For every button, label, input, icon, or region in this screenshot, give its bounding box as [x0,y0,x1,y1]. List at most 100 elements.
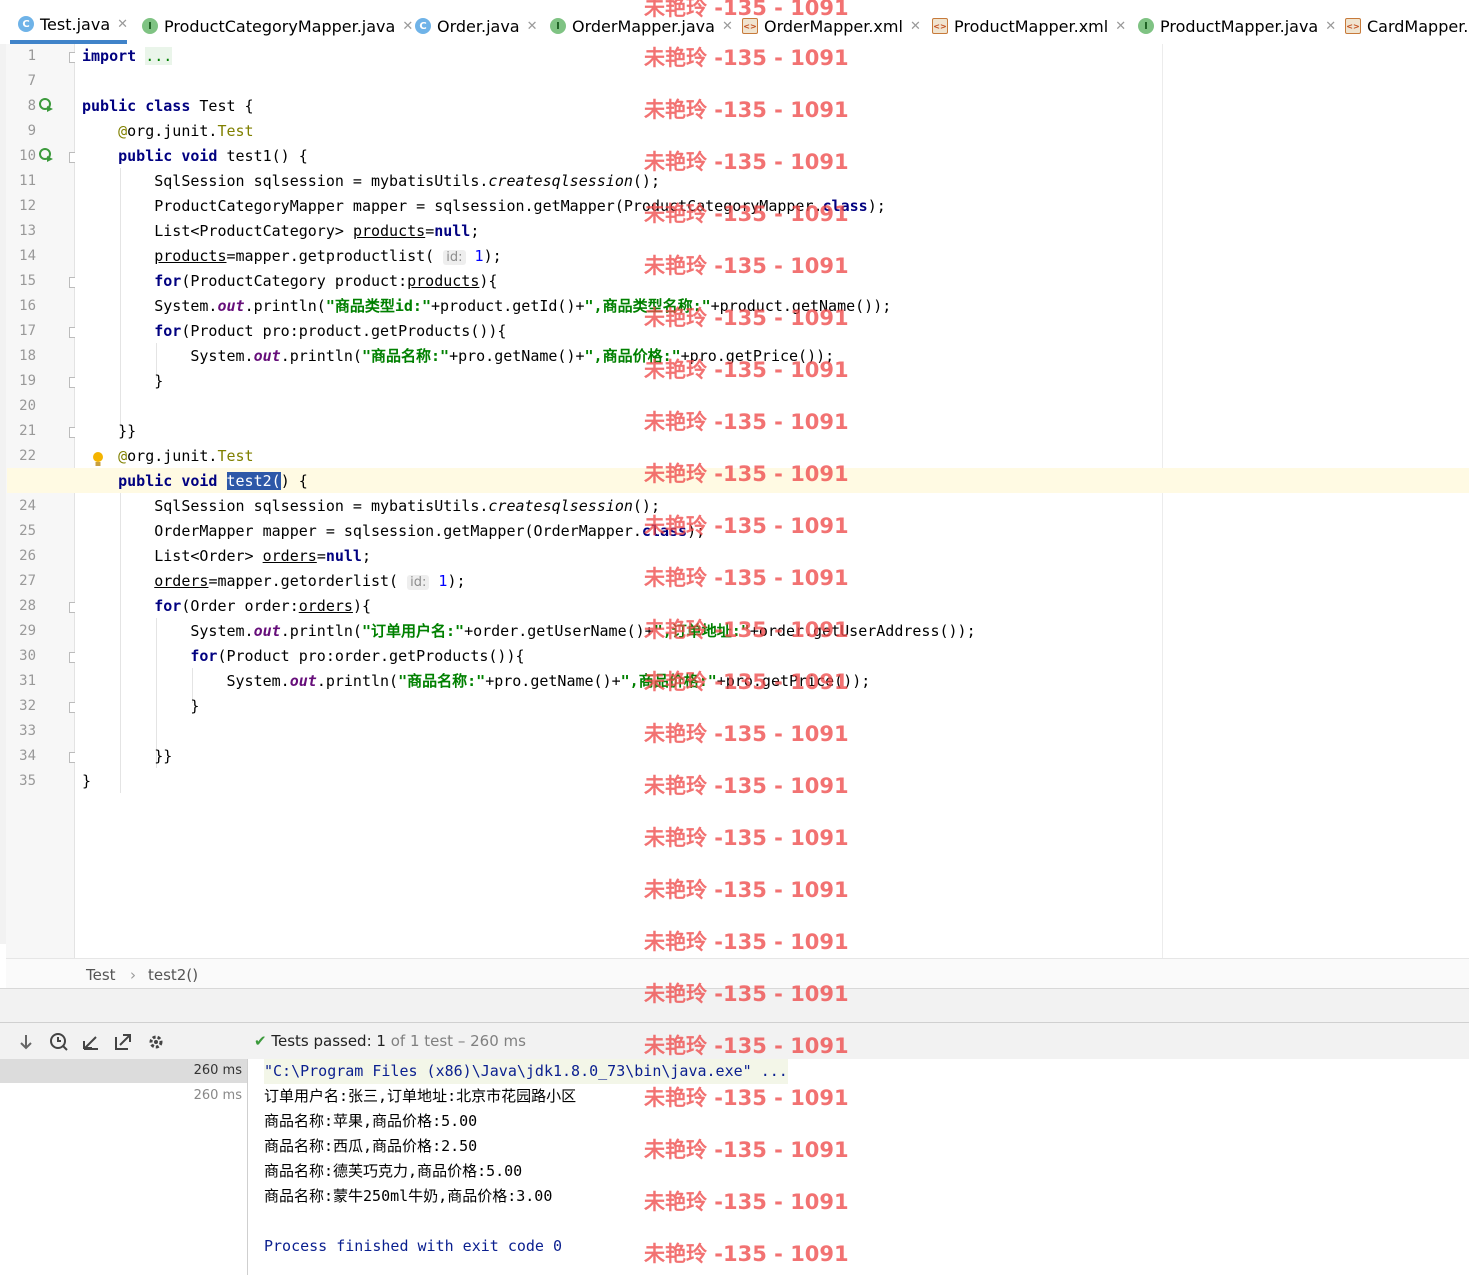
test-status: ✔ Tests passed: 1 of 1 test – 260 ms [254,1032,526,1050]
line-number: 25 [19,523,36,539]
line-number: 8 [27,98,36,114]
right-margin-guide [1162,44,1163,958]
code-line-22: @org.junit.Test [118,447,254,465]
close-icon[interactable]: ✕ [1115,19,1126,34]
tab-label: ProductCategoryMapper.java [164,16,396,36]
line-number: 13 [19,223,36,239]
line-number: 21 [19,423,36,439]
run-toolbar: ✔ Tests passed: 1 of 1 test – 260 ms [0,1022,1469,1060]
tab-label: Order.java [437,16,520,36]
code-line-28: for(Order order:orders){ [154,597,371,615]
code-line-13: List<ProductCategory> products=null; [154,222,480,240]
code-line-9: @org.junit.Test [118,122,254,140]
line-number: 33 [19,723,36,739]
panel-divider[interactable] [0,988,1469,1023]
close-icon[interactable]: ✕ [402,19,413,34]
code-line-30: for(Product pro:order.getProducts()){ [190,647,525,665]
console-exit-line: Process finished with exit code 0 [264,1237,563,1255]
tab-label: OrderMapper.xml [764,16,903,36]
tab-productmapper-xml[interactable]: <> ProductMapper.xml ✕ [932,8,1126,44]
code-line-19: } [154,372,164,390]
run-test-icon[interactable] [38,97,54,113]
tab-order-java[interactable]: C Order.java ✕ [415,8,538,44]
breadcrumb-method[interactable]: test2() [148,966,198,984]
code-line-16: System.out.println("商品类型id:"+product.get… [154,297,892,315]
test-tree-row[interactable]: 260 ms [0,1059,247,1083]
line-number: 7 [27,73,36,89]
console-line: 商品名称:德芙巧克力,商品价格:5.00 [264,1162,523,1180]
line-number: 30 [19,648,36,664]
code-line-24: SqlSession sqlsession = mybatisUtils.cre… [154,497,660,515]
code-line-29: System.out.println("订单用户名:"+order.getUse… [190,622,976,640]
line-number: 22 [19,448,36,464]
line-number: 31 [19,673,36,689]
tab-label: CardMapper.x [1367,16,1469,36]
line-number-gutter: 1 7 8 9 10 11 12 13 14 15 16 17 18 19 20… [6,44,80,958]
line-number: 28 [19,598,36,614]
tab-label: ProductMapper.xml [954,16,1109,36]
tab-productcategorymapper-java[interactable]: I ProductCategoryMapper.java ✕ [142,8,413,44]
code-line-25: OrderMapper mapper = sqlsession.getMappe… [154,522,706,540]
xml-file-icon: <> [742,18,758,34]
interface-icon: I [142,18,158,34]
breadcrumb-class[interactable]: Test [86,966,116,984]
breadcrumb: Test › test2() [6,958,1469,989]
line-number: 35 [19,773,36,789]
console-line: 商品名称:西瓜,商品价格:2.50 [264,1137,478,1155]
line-number: 20 [19,398,36,414]
run-test-icon[interactable] [38,147,54,163]
code-line-32: } [190,697,200,715]
test-tree-row[interactable]: 260 ms [0,1084,247,1108]
line-number: 14 [19,248,36,264]
code-line-21: }} [118,422,137,440]
interface-icon: I [1138,18,1154,34]
close-icon[interactable]: ✕ [722,19,733,34]
code-line-12: ProductCategoryMapper mapper = sqlsessio… [154,197,886,215]
line-number: 32 [19,698,36,714]
console-output[interactable]: "C:\Program Files (x86)\Java\jdk1.8.0_73… [248,1059,1469,1275]
close-icon[interactable]: ✕ [910,19,921,34]
line-number: 1 [27,48,36,64]
code-line-17: for(Product pro:product.getProducts()){ [154,322,507,340]
tab-label: OrderMapper.java [572,16,715,36]
test-duration: 260 ms [193,1063,242,1078]
console-line: 商品名称:蒙牛250ml牛奶,商品价格:3.00 [264,1187,553,1205]
console-command-line: "C:\Program Files (x86)\Java\jdk1.8.0_73… [264,1059,788,1084]
line-number: 9 [27,123,36,139]
line-number: 34 [19,748,36,764]
code-line-11: SqlSession sqlsession = mybatisUtils.cre… [154,172,660,190]
gear-icon[interactable] [146,1032,166,1052]
code-line-15: for(ProductCategory product:products){ [154,272,498,290]
line-number: 29 [19,623,36,639]
check-icon: ✔ [254,1032,267,1050]
line-number: 10 [19,148,36,164]
export-tests-icon[interactable] [113,1032,133,1052]
test-history-icon[interactable] [49,1032,69,1052]
tab-test-java[interactable]: C Test.java ✕ [10,8,128,44]
code-line-23: public void test2() { [118,472,308,490]
tab-productmapper-java[interactable]: I ProductMapper.java ✕ [1138,8,1336,44]
import-tests-icon[interactable] [81,1032,101,1052]
line-number: 11 [19,173,36,189]
class-icon: C [18,16,34,32]
close-icon[interactable]: ✕ [117,17,128,32]
close-icon[interactable]: ✕ [527,19,538,34]
xml-file-icon: <> [1345,18,1361,34]
tab-cardmapper-xml[interactable]: <> CardMapper.x [1345,8,1469,44]
xml-file-icon: <> [932,18,948,34]
console-line: 订单用户名:张三,订单地址:北京市花园路小区 [264,1087,577,1105]
close-icon[interactable]: ✕ [1325,19,1336,34]
line-number: 19 [19,373,36,389]
test-duration: 260 ms [193,1088,242,1103]
tab-label: Test.java [40,14,111,34]
line-number: 26 [19,548,36,564]
code-line-10: public void test1() { [118,147,308,165]
sort-down-icon[interactable] [16,1032,36,1052]
tab-ordermapper-java[interactable]: I OrderMapper.java ✕ [550,8,733,44]
line-number: 12 [19,198,36,214]
tab-ordermapper-xml[interactable]: <> OrderMapper.xml ✕ [742,8,921,44]
editor-tab-bar: C Test.java ✕ I ProductCategoryMapper.ja… [0,0,1469,45]
code-line-14: products=mapper.getproductlist( id: 1); [154,247,502,265]
class-icon: C [415,18,431,34]
code-line-8: public class Test { [82,97,254,115]
